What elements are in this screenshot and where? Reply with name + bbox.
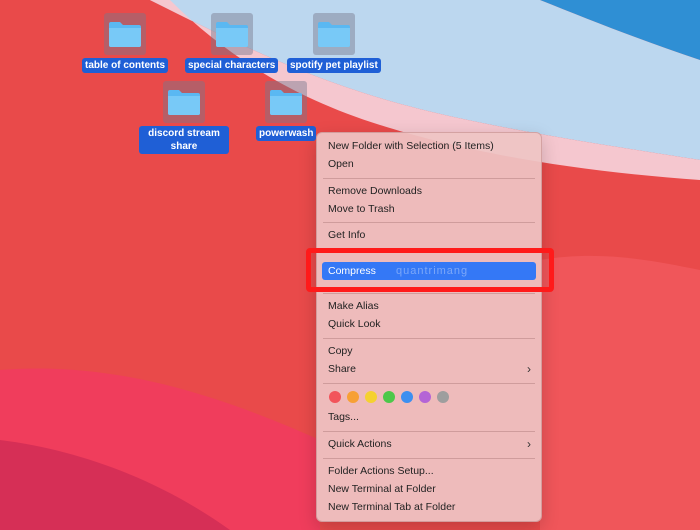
desktop-icon-label: special characters (185, 58, 279, 73)
menu-separator (323, 431, 535, 432)
menu-item-folder-actions-setup[interactable]: Folder Actions Setup... (317, 463, 541, 480)
menu-item-new-terminal-tab-at-folder[interactable]: New Terminal Tab at Folder (317, 499, 541, 516)
menu-item-new-folder-with-selection[interactable]: New Folder with Selection (5 Items) (317, 138, 541, 155)
menu-item-move-to-trash[interactable]: Move to Trash (317, 201, 541, 218)
desktop-icon-spotify-pet-playlist[interactable]: spotify pet playlist (287, 13, 381, 73)
tag-red[interactable] (329, 391, 341, 403)
menu-item-get-info[interactable]: Get Info (317, 227, 541, 244)
menu-item-tags[interactable]: Tags... (317, 409, 541, 426)
desktop-icon-special-characters[interactable]: special characters (185, 13, 279, 73)
folder-tile (265, 81, 308, 123)
menu-item-share-label: Share (328, 363, 357, 375)
desktop-icon-powerwash[interactable]: powerwash (256, 81, 317, 141)
highlight-callout-box (306, 248, 554, 292)
folder-icon (215, 22, 248, 47)
folder-icon (109, 22, 141, 47)
folder-icon (317, 22, 350, 47)
menu-item-remove-downloads[interactable]: Remove Downloads (317, 183, 541, 200)
desktop-icon-discord-stream-share[interactable]: discord stream share (139, 81, 229, 154)
tag-green[interactable] (383, 391, 395, 403)
menu-item-new-terminal-at-folder[interactable]: New Terminal at Folder (317, 481, 541, 498)
folder-tile (312, 13, 355, 55)
folder-tile (163, 81, 205, 123)
tag-gray[interactable] (437, 391, 449, 403)
menu-separator (323, 383, 535, 384)
menu-item-open[interactable]: Open (317, 156, 541, 173)
folder-icon (168, 90, 200, 115)
menu-separator (323, 458, 535, 459)
desktop-icon-table-of-contents[interactable]: table of contents (82, 13, 169, 73)
chevron-right-icon: › (527, 437, 531, 451)
context-menu: New Folder with Selection (5 Items) Open… (316, 132, 542, 522)
folder-icon (270, 90, 303, 115)
menu-item-make-alias[interactable]: Make Alias (317, 298, 541, 315)
folder-tile (210, 13, 253, 55)
tag-color-row (329, 391, 449, 403)
menu-separator (323, 222, 535, 223)
menu-separator (323, 178, 535, 179)
menu-item-quick-actions[interactable]: Quick Actions › (317, 436, 541, 453)
menu-item-quick-actions-label: Quick Actions (328, 438, 392, 450)
desktop-icon-label: spotify pet playlist (287, 58, 381, 73)
desktop: table of contents special characters spo… (0, 0, 700, 530)
menu-separator (323, 338, 535, 339)
chevron-right-icon: › (527, 362, 531, 376)
tag-orange[interactable] (347, 391, 359, 403)
menu-item-copy[interactable]: Copy (317, 343, 541, 360)
menu-separator (323, 293, 535, 294)
desktop-icon-label: powerwash (256, 126, 317, 141)
folder-tile (104, 13, 146, 55)
tag-purple[interactable] (419, 391, 431, 403)
tag-yellow[interactable] (365, 391, 377, 403)
menu-item-quick-look[interactable]: Quick Look (317, 316, 541, 333)
desktop-icon-label: discord stream share (139, 126, 229, 154)
tag-blue[interactable] (401, 391, 413, 403)
menu-item-share[interactable]: Share › (317, 361, 541, 378)
desktop-icon-label: table of contents (82, 58, 169, 73)
